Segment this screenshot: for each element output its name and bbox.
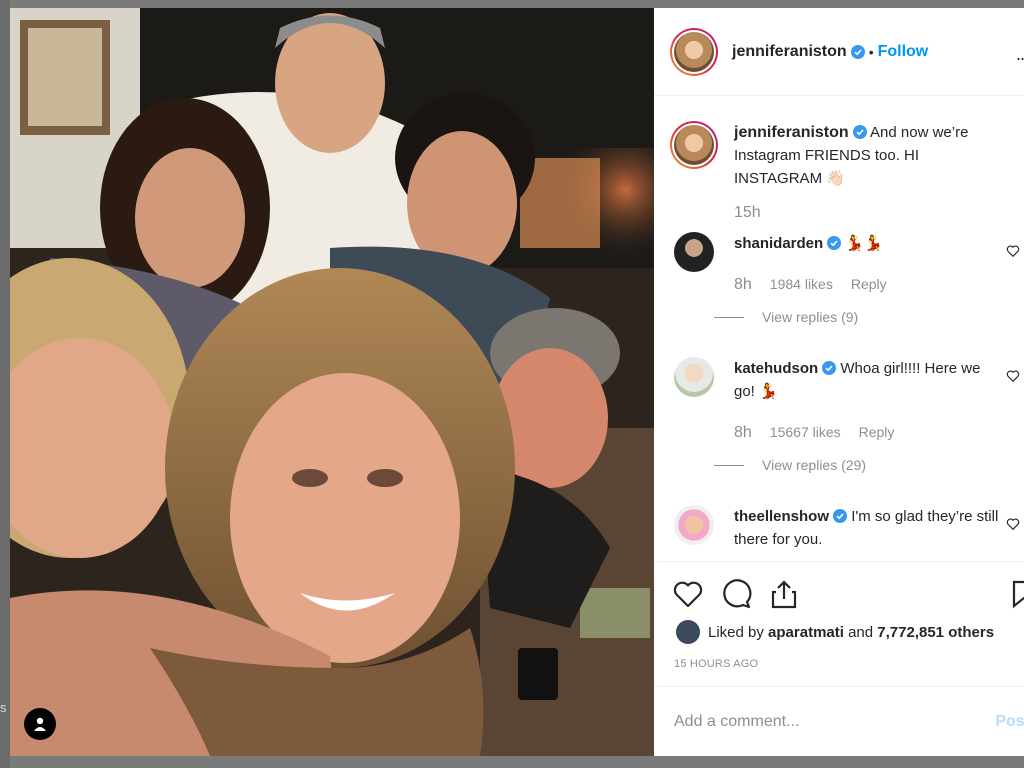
- commenter-avatar[interactable]: [674, 232, 714, 272]
- heart-icon[interactable]: [1006, 369, 1020, 383]
- commenter-avatar[interactable]: [674, 357, 714, 397]
- comment-icon[interactable]: [720, 578, 752, 610]
- more-options-icon[interactable]: ...: [1016, 44, 1024, 65]
- caption-username[interactable]: jenniferaniston: [734, 124, 849, 141]
- backdrop-edge-text: s: [0, 700, 7, 715]
- view-replies-label[interactable]: View replies (9): [762, 306, 858, 329]
- reply-button[interactable]: Reply: [851, 273, 887, 296]
- liked-by-and: and: [848, 623, 874, 641]
- post-header: jenniferaniston • Follow ...: [654, 8, 1024, 96]
- liker-avatar: [676, 620, 700, 644]
- comment-time[interactable]: 8h: [734, 421, 752, 444]
- comments-list[interactable]: jenniferaniston And now we’re Instagram …: [654, 97, 1024, 559]
- share-icon[interactable]: [768, 578, 800, 610]
- add-comment-bar: Post: [654, 686, 1024, 756]
- post-actions: [654, 561, 1024, 621]
- verified-icon: [852, 125, 867, 139]
- comment-username[interactable]: katehudson: [734, 360, 818, 377]
- comment-likes[interactable]: 15667 likes: [770, 421, 841, 444]
- author-username[interactable]: jenniferaniston: [732, 43, 847, 61]
- likes-summary[interactable]: Liked by aparatmati and 7,772,851 others: [676, 620, 994, 644]
- author-avatar[interactable]: [670, 27, 718, 76]
- heart-icon[interactable]: [1006, 517, 1020, 531]
- comment-item: shanidarden 💃💃 8h 1984 likes Reply View …: [654, 232, 1024, 329]
- view-replies[interactable]: View replies (29): [714, 454, 1004, 477]
- separator-dot: •: [868, 43, 874, 60]
- caption-avatar[interactable]: [670, 121, 718, 169]
- user-tag-icon[interactable]: [24, 708, 56, 740]
- view-replies[interactable]: View replies (9): [714, 306, 1004, 329]
- post-caption: jenniferaniston And now we’re Instagram …: [654, 97, 1024, 190]
- heart-icon[interactable]: [672, 578, 704, 610]
- view-replies-label[interactable]: View replies (29): [762, 454, 866, 477]
- reply-button[interactable]: Reply: [859, 421, 895, 444]
- liked-by-count[interactable]: 7,772,851 others: [877, 624, 994, 641]
- comment-input[interactable]: [674, 712, 974, 731]
- follow-button[interactable]: Follow: [878, 43, 929, 61]
- verified-icon: [850, 44, 865, 59]
- bookmark-icon[interactable]: [1008, 578, 1024, 610]
- replies-divider: [714, 317, 744, 318]
- post-side-panel: jenniferaniston • Follow ... jenniferani…: [654, 8, 1024, 756]
- backdrop: [0, 0, 10, 768]
- verified-icon: [822, 361, 837, 375]
- post-timestamp[interactable]: 15 HOURS AGO: [674, 658, 758, 670]
- comment-username[interactable]: theellenshow: [734, 508, 829, 525]
- liked-by-user[interactable]: aparatmati: [768, 624, 844, 641]
- comment-username[interactable]: shanidarden: [734, 235, 823, 252]
- post-comment-button[interactable]: Post: [995, 713, 1024, 731]
- caption-time[interactable]: 15h: [654, 204, 1024, 222]
- comment-text: 💃💃: [845, 235, 883, 252]
- heart-icon[interactable]: [1006, 244, 1020, 258]
- liked-by-prefix: Liked by: [708, 623, 764, 641]
- commenter-avatar[interactable]: [674, 505, 714, 545]
- photo-image: [10, 8, 654, 756]
- comment-likes[interactable]: 1984 likes: [770, 273, 833, 296]
- comment-item: katehudson Whoa girl!!!! Here we go! 💃 8…: [654, 357, 1024, 477]
- comment-time[interactable]: 8h: [734, 273, 752, 296]
- post-photo[interactable]: [10, 8, 654, 756]
- verified-icon: [833, 509, 848, 523]
- replies-divider: [714, 465, 744, 466]
- verified-icon: [827, 236, 842, 250]
- comment-item: theellenshow I'm so glad they’re still t…: [654, 505, 1024, 551]
